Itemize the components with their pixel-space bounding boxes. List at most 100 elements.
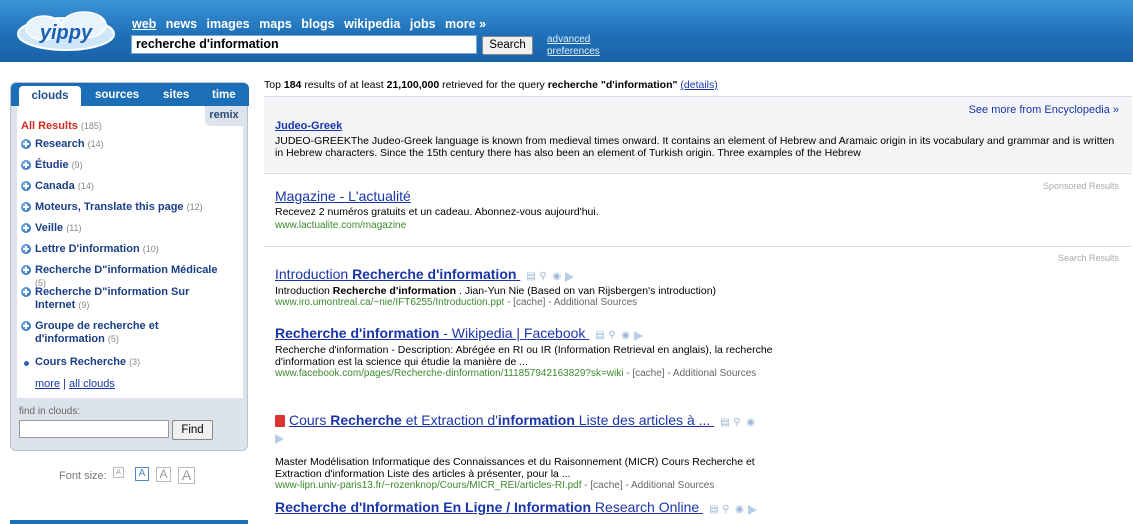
page-preview-icon[interactable]: ▤ [526,271,536,282]
tab-time[interactable]: time [212,89,236,101]
details-link[interactable]: (details) [680,79,717,91]
cluster-icon[interactable]: ◉ [621,330,631,341]
clouds-list: remix All Results (185) Research (14) Ét… [17,106,243,398]
result-url-link[interactable]: www-lipn.univ-paris13.fr/~rozenknop/Cour… [275,480,582,491]
encyclopedia-description: JUDEO-GREEKThe Judeo-Greek language is k… [275,135,1115,159]
title-part: - Wikipedia | Facebook [439,325,586,341]
expand-plus-icon[interactable] [21,265,31,275]
nav-maps[interactable]: maps [259,17,292,31]
nav-images[interactable]: images [207,17,250,31]
nav-news[interactable]: news [166,17,197,31]
result-title-link[interactable]: Recherche d'Information En Ligne / Infor… [275,499,775,516]
preferences-link[interactable]: preferences [547,46,600,58]
yippy-logo[interactable]: yippy [14,10,118,54]
results-query: recherche "d'information" [547,79,678,91]
results-total: 21,100,000 [386,79,440,91]
cloud-item[interactable]: Recherche D"information Sur Internet (9) [21,286,231,312]
result-url-link[interactable]: www.facebook.com/pages/Recherche-dinform… [275,368,623,379]
flag-icon[interactable] [565,271,575,282]
flag-icon[interactable] [634,330,644,341]
all-clouds-link[interactable]: all clouds [69,378,115,390]
summary-middle2: retrieved for the query [442,79,545,91]
result-description: Master Modélisation Informatique des Con… [275,456,755,481]
font-size-large-button[interactable]: A [156,467,171,482]
magnify-icon[interactable]: ⚲ [608,330,618,341]
all-results-count: (185) [80,121,102,131]
cache-additional-links[interactable]: - [cache] - Additional Sources [582,480,714,491]
advanced-links: advanced preferences [547,34,600,58]
cluster-icon[interactable]: ◉ [552,271,562,282]
encyclopedia-title-link[interactable]: Judeo-Greek [275,120,342,132]
search-result: Introduction Recherche d'information ▤ ⚲ ◉… [275,266,775,309]
svg-text:yippy: yippy [39,22,93,44]
nav-jobs[interactable]: jobs [410,17,436,31]
cloud-item[interactable]: Lettre D'information (10) [21,243,231,256]
cluster-icon[interactable]: ◉ [746,417,756,428]
cluster-icon[interactable]: ◉ [735,504,745,515]
results-summary: Top 184 results of at least 21,100,000 r… [264,79,718,91]
font-size-xlarge-button[interactable]: A [178,467,195,484]
page-preview-icon[interactable]: ▤ [709,504,719,515]
nav-wikipedia[interactable]: wikipedia [344,17,400,31]
clouds-panel: clouds sources sites time remix All Resu… [10,82,249,451]
cloud-item[interactable]: Veille (11) [21,222,231,235]
cloud-item[interactable]: Research (14) [21,138,231,151]
result-title-link[interactable]: Recherche d'information - Wikipedia | Fa… [275,325,775,342]
sponsored-url[interactable]: www.lactualite.com/magazine [275,220,406,231]
find-button[interactable]: Find [172,420,213,440]
more-link[interactable]: more [35,378,60,390]
cloud-item[interactable]: Canada (14) [21,180,231,193]
cloud-label: Groupe de recherche et d'information [35,320,159,345]
find-in-clouds-input[interactable] [19,420,169,438]
search-button[interactable]: Search [482,36,533,55]
summary-middle: results of at least [304,79,384,91]
cloud-count: (3) [129,357,141,367]
page-preview-icon[interactable]: ▤ [595,330,605,341]
cloud-item-current[interactable]: Cours Recherche (3) [21,356,231,369]
expand-plus-icon[interactable] [21,321,31,331]
magnify-icon[interactable]: ⚲ [733,417,743,428]
cloud-label: Étudie [35,159,69,171]
expand-plus-icon[interactable] [21,223,31,233]
font-size-small-button[interactable]: A [113,467,124,478]
result-title-link[interactable]: Introduction Recherche d'information ▤ ⚲ ◉ [275,266,775,283]
title-part: Liste des articles à ... [574,412,711,428]
expand-plus-icon[interactable] [21,202,31,212]
nav-blogs[interactable]: blogs [301,17,334,31]
font-size-medium-button[interactable]: A [135,467,149,481]
search-input[interactable]: recherche d'information [131,35,477,54]
expand-plus-icon[interactable] [21,181,31,191]
tab-sites[interactable]: sites [163,89,189,101]
cloud-label: Canada [35,180,75,192]
result-title-link[interactable]: Cours Recherche et Extraction d'informat… [275,412,775,429]
flag-icon[interactable] [275,434,284,445]
cloud-count: (9) [71,160,83,170]
nav-web[interactable]: web [132,17,156,31]
flag-icon[interactable] [748,504,758,515]
font-size-label: Font size: [59,470,107,482]
tab-sources[interactable]: sources [95,89,139,101]
sponsored-title-link[interactable]: Magazine - L'actualité [275,188,411,204]
nav-more[interactable]: more » [445,17,486,31]
result-url-link[interactable]: www.iro.umontreal.ca/~nie/IFT6255/Introd… [275,297,504,308]
expand-plus-icon[interactable] [21,160,31,170]
advanced-link[interactable]: advanced [547,34,600,46]
cache-additional-links[interactable]: - [cache] - Additional Sources [504,297,637,308]
page-preview-icon[interactable]: ▤ [720,417,730,428]
search-result: Cours Recherche et Extraction d'informat… [275,412,775,492]
cache-additional-links[interactable]: - [cache] - Additional Sources [623,368,756,379]
tab-clouds[interactable]: clouds [19,86,81,106]
see-more-encyclopedia-link[interactable]: See more from Encyclopedia » [969,104,1119,116]
expand-plus-icon[interactable] [21,139,31,149]
cloud-item[interactable]: Groupe de recherche et d'information (5) [21,320,231,346]
magnify-icon[interactable]: ⚲ [722,504,732,515]
cloud-item[interactable]: Étudie (9) [21,159,231,172]
expand-plus-icon[interactable] [21,244,31,254]
magnify-icon[interactable]: ⚲ [539,271,549,282]
cloud-item[interactable]: Moteurs, Translate this page (12) [21,201,231,214]
result-actions: ▤ ⚲ ◉ [595,326,644,342]
all-results-label: All Results [21,120,78,132]
expand-plus-icon[interactable] [21,287,31,297]
all-results-link[interactable]: All Results (185) [21,120,102,132]
remix-button[interactable]: remix [205,106,243,126]
